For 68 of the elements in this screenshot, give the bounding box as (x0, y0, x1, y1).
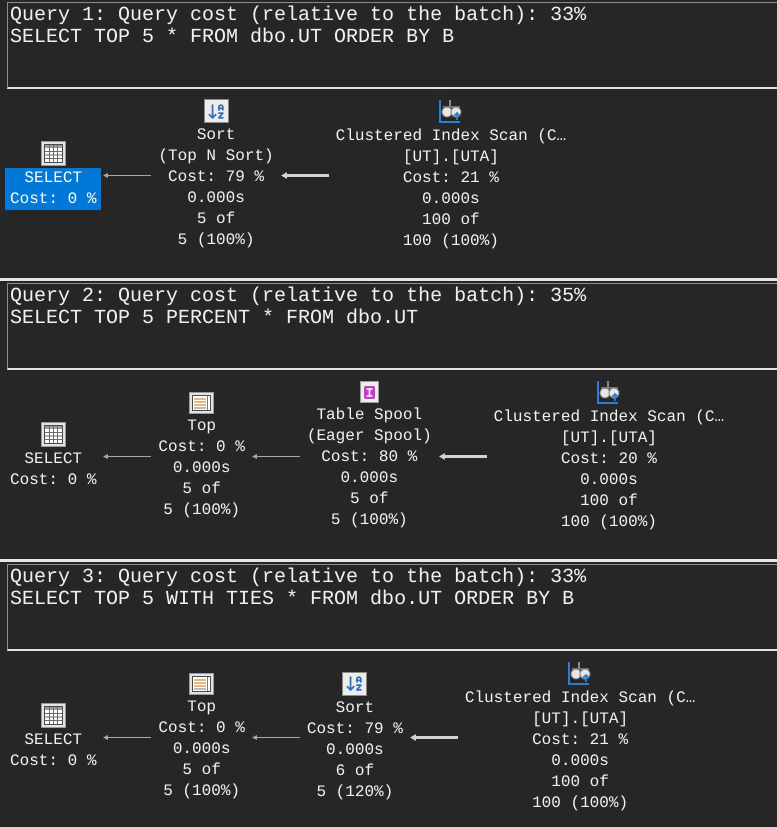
object-name: [UT].[UTA] (560, 428, 657, 448)
operator-name: SELECT (24, 730, 82, 750)
estimated-rows: 5 (100%) (178, 230, 254, 251)
elapsed-time: 0.000s (172, 458, 230, 478)
list-lines-icon[interactable] (189, 392, 214, 414)
cost-label: Cost: 80 % (321, 447, 418, 468)
index-scan-icon[interactable] (438, 98, 464, 124)
operator-name: Clustered Index Scan (C… (464, 688, 696, 708)
elapsed-time: 0.000s (580, 470, 638, 490)
actual-rows: 5 of (350, 489, 388, 510)
query-sql: SELECT TOP 5 PERCENT * FROM dbo.UT (10, 308, 420, 330)
spool-icon[interactable] (360, 381, 379, 403)
actual-rows: 6 of (336, 760, 374, 782)
operator-name: Top (187, 416, 216, 436)
cost-label: Cost: 0 % (158, 718, 245, 738)
operator-detail: (Top N Sort) (158, 146, 274, 167)
operator-name: Sort (196, 125, 236, 146)
cost-label: Cost: 0 % (10, 470, 96, 490)
query-cost-title: Query 1: Query cost (relative to the batch): 33% (10, 5, 588, 27)
actual-rows: 5 of (196, 209, 236, 230)
table-grid-icon[interactable] (40, 140, 66, 166)
cost-label: Cost: 21 % (402, 168, 499, 188)
operator-name: Table Spool (316, 405, 422, 426)
elapsed-time: 0.000s (551, 750, 609, 772)
operator-name: Top (187, 696, 216, 718)
selected-operator-highlight[interactable]: SELECT Cost: 0 % (5, 168, 102, 210)
estimated-rows: 5 (100%) (163, 500, 240, 520)
cost-label: Cost: 0 % (10, 188, 96, 210)
operator-name: Sort (336, 698, 374, 718)
actual-rows: 100 of (551, 772, 609, 792)
operator-name: Clustered Index Scan (C… (494, 406, 724, 428)
operator-name: Clustered Index Scan (C… (336, 126, 566, 146)
estimated-rows: 100 (100%) (560, 512, 657, 532)
actual-rows: 5 of (182, 760, 221, 780)
table-grid-icon[interactable] (40, 702, 66, 728)
elapsed-time: 0.000s (422, 188, 480, 210)
elapsed-time: 0.000s (340, 468, 398, 489)
index-scan-icon[interactable] (567, 660, 594, 686)
sort-az-icon[interactable] (342, 672, 368, 696)
estimated-rows: 100 (100%) (532, 792, 628, 814)
list-lines-icon[interactable] (189, 672, 214, 694)
query-sql: SELECT TOP 5 WITH TIES * FROM dbo.UT ORDER BY B (10, 589, 576, 611)
estimated-rows: 5 (120%) (316, 782, 394, 802)
query-cost-title: Query 2: Query cost (relative to the batch): 35% (10, 286, 588, 308)
operator-detail: (Eager Spool) (306, 426, 432, 447)
elapsed-time: 0.000s (187, 188, 245, 209)
operator-name: SELECT (24, 448, 82, 470)
estimated-rows: 5 (100%) (330, 510, 408, 531)
cost-label: Cost: 20 % (560, 448, 657, 470)
actual-rows: 100 of (580, 490, 638, 512)
cost-label: Cost: 79 % (168, 167, 264, 188)
query-cost-title: Query 3: Query cost (relative to the batch): 33% (10, 567, 588, 589)
elapsed-time: 0.000s (326, 740, 384, 760)
cost-label: Cost: 21 % (532, 730, 628, 750)
operator-name: SELECT (24, 168, 82, 188)
object-name: [UT].[UTA] (532, 708, 628, 730)
query-sql: SELECT TOP 5 * FROM dbo.UT ORDER BY B (10, 27, 456, 49)
actual-rows: 100 of (422, 210, 480, 230)
estimated-rows: 100 (100%) (402, 230, 499, 252)
table-grid-icon[interactable] (40, 422, 66, 446)
cost-label: Cost: 79 % (306, 718, 403, 740)
elapsed-time: 0.000s (172, 738, 230, 760)
estimated-rows: 5 (100%) (163, 780, 240, 802)
cost-label: Cost: 0 % (10, 750, 96, 772)
index-scan-icon[interactable] (596, 380, 622, 404)
object-name: [UT].[UTA] (402, 146, 499, 168)
cost-label: Cost: 0 % (158, 436, 245, 458)
actual-rows: 5 of (182, 478, 221, 500)
